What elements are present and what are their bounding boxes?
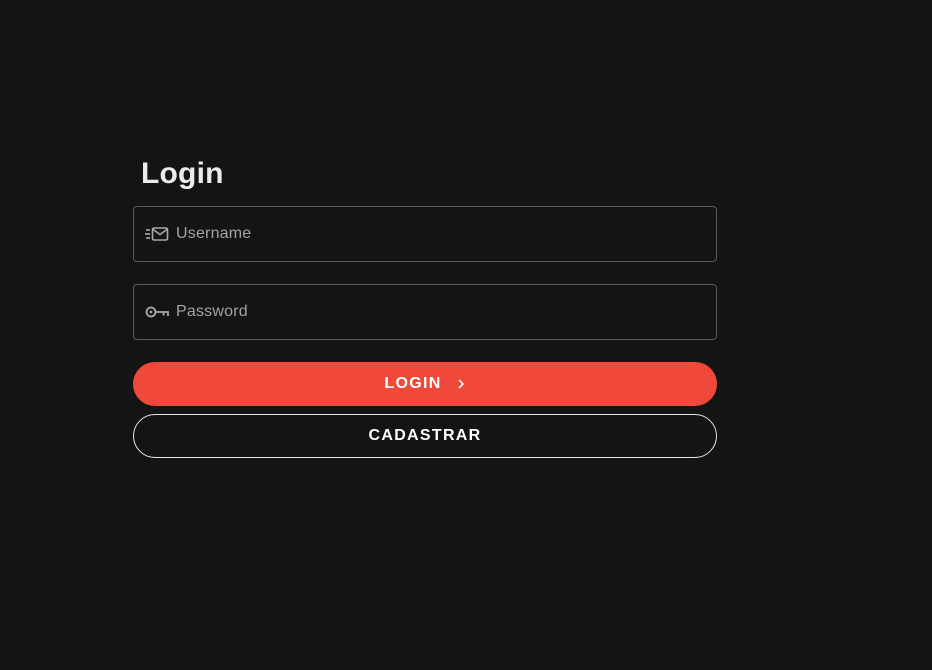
login-form: Login Username LOGIN CADASTRAR [133, 152, 717, 458]
mail-list-icon [144, 221, 170, 247]
login-page: Login Username LOGIN CADASTRAR [0, 0, 932, 670]
key-icon [144, 299, 170, 325]
page-title: Login [141, 157, 224, 190]
register-button[interactable]: CADASTRAR [133, 414, 717, 458]
register-button-label: CADASTRAR [368, 427, 482, 444]
password-field[interactable] [133, 284, 717, 340]
chevron-right-icon [456, 378, 466, 390]
login-button[interactable]: LOGIN [133, 362, 717, 406]
username-field[interactable] [133, 206, 717, 262]
password-input[interactable] [174, 284, 716, 340]
username-input[interactable] [174, 206, 716, 262]
login-button-label: LOGIN [384, 375, 442, 392]
